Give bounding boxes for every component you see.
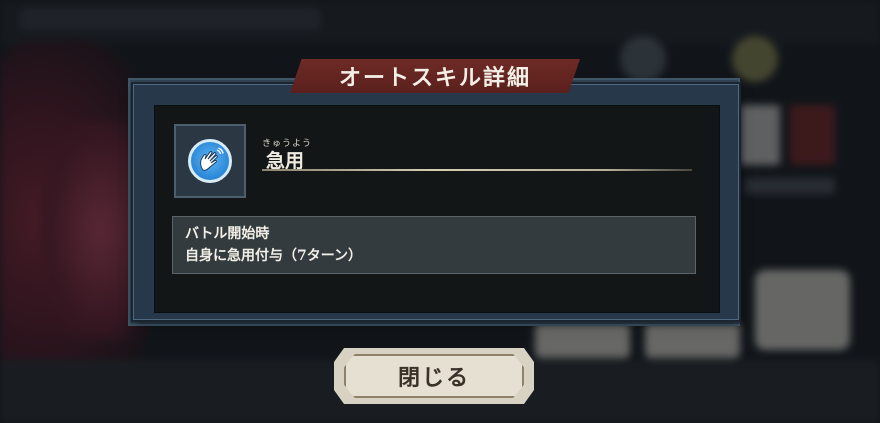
skill-description-box: バトル開始時 自身に急用付与（7ターン） [172, 216, 696, 274]
skill-effect: 自身に急用付与（7ターン） [185, 248, 363, 264]
skill-icon-frame [174, 124, 246, 198]
skill-trigger: バトル開始時 [185, 226, 270, 242]
skill-name-divider [262, 169, 692, 171]
close-button-label: 閉じる [397, 365, 470, 391]
close-button[interactable]: 閉じる [334, 348, 534, 404]
auto-skill-dialog [133, 84, 739, 320]
close-button-face[interactable]: 閉じる [344, 354, 524, 398]
dialog-title: オートスキル詳細 [338, 65, 531, 91]
hand-icon [188, 139, 232, 183]
dialog-title-banner: オートスキル詳細 [290, 59, 580, 93]
